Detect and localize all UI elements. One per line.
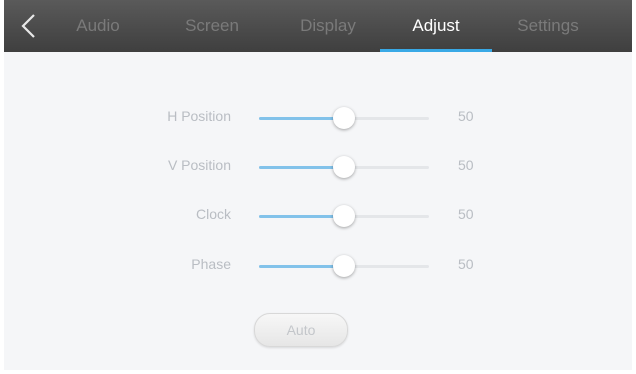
slider-value: 50: [458, 206, 474, 222]
slider-handle[interactable]: [333, 107, 355, 129]
v-position-slider[interactable]: [259, 156, 429, 178]
tab-settings[interactable]: Settings: [500, 0, 596, 52]
tab-screen[interactable]: Screen: [170, 0, 254, 52]
auto-button[interactable]: Auto: [254, 313, 348, 347]
slider-handle[interactable]: [333, 156, 355, 178]
slider-value: 50: [458, 256, 474, 272]
slider-row-clock: Clock 50: [4, 201, 632, 231]
tab-audio[interactable]: Audio: [58, 0, 138, 52]
slider-value: 50: [458, 157, 474, 173]
top-nav-bar: Audio Screen Display Adjust Settings: [4, 0, 632, 52]
h-position-slider[interactable]: [259, 107, 429, 129]
slider-label: Clock: [195, 206, 231, 222]
settings-window: Audio Screen Display Adjust Settings H P…: [4, 0, 632, 370]
slider-row-h-position: H Position 50: [4, 103, 632, 133]
slider-fill: [259, 166, 344, 169]
slider-row-v-position: V Position 50: [4, 152, 632, 182]
slider-handle[interactable]: [333, 255, 355, 277]
slider-value: 50: [458, 108, 474, 124]
slider-row-phase: Phase 50: [4, 251, 632, 281]
chevron-left-icon[interactable]: [18, 13, 40, 39]
slider-handle[interactable]: [333, 205, 355, 227]
slider-fill: [259, 117, 344, 120]
slider-label: H Position: [167, 108, 231, 124]
slider-label: Phase: [191, 256, 231, 272]
tab-display[interactable]: Display: [284, 0, 372, 52]
active-tab-indicator: [380, 49, 492, 52]
phase-slider[interactable]: [259, 255, 429, 277]
slider-fill: [259, 215, 344, 218]
clock-slider[interactable]: [259, 205, 429, 227]
slider-label: V Position: [167, 157, 231, 173]
tab-adjust[interactable]: Adjust: [380, 0, 492, 52]
slider-fill: [259, 265, 344, 268]
